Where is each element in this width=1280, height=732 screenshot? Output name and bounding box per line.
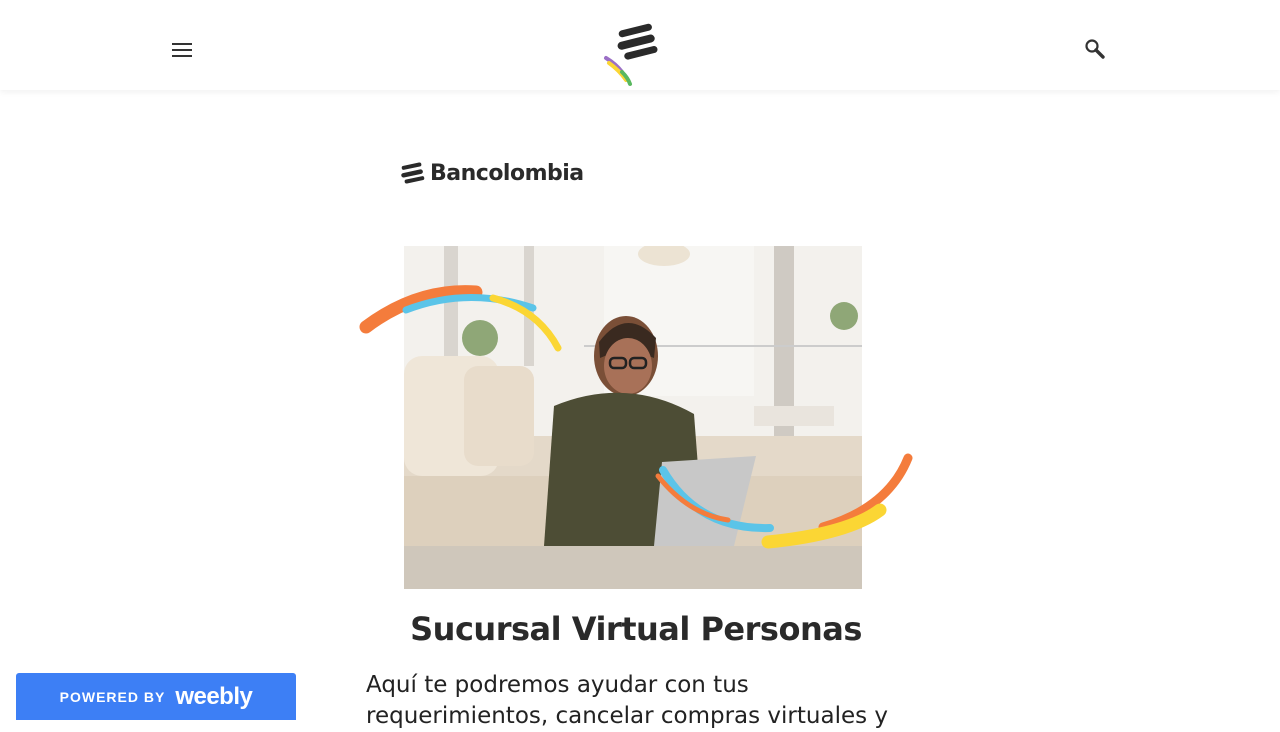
weebly-logo: weebly bbox=[175, 682, 253, 710]
bancolombia-brand: Bancolombia bbox=[400, 158, 584, 188]
main-content: Bancolombia Sucursal Virtual Personas Aq… bbox=[358, 140, 914, 729]
brand-name: Bancolombia bbox=[430, 160, 584, 186]
woman-laptop-illustration bbox=[404, 246, 862, 589]
hamburger-menu-icon bbox=[172, 43, 192, 57]
promo-title: Sucursal Virtual Personas bbox=[410, 610, 862, 648]
site-logo[interactable] bbox=[600, 22, 666, 88]
bancolombia-logo-icon bbox=[604, 23, 658, 86]
powered-by-label: POWERED BY bbox=[59, 688, 166, 705]
site-header bbox=[0, 0, 1280, 90]
search-button[interactable] bbox=[1080, 34, 1110, 64]
menu-button[interactable] bbox=[164, 32, 200, 68]
bancolombia-mark-icon bbox=[401, 162, 425, 184]
promo-image bbox=[404, 246, 862, 589]
search-icon bbox=[1085, 39, 1105, 59]
promo-text: Aquí te podremos ayudar con tus requerim… bbox=[366, 672, 889, 729]
powered-by-weebly-badge[interactable]: POWERED BY weebly bbox=[16, 673, 296, 720]
